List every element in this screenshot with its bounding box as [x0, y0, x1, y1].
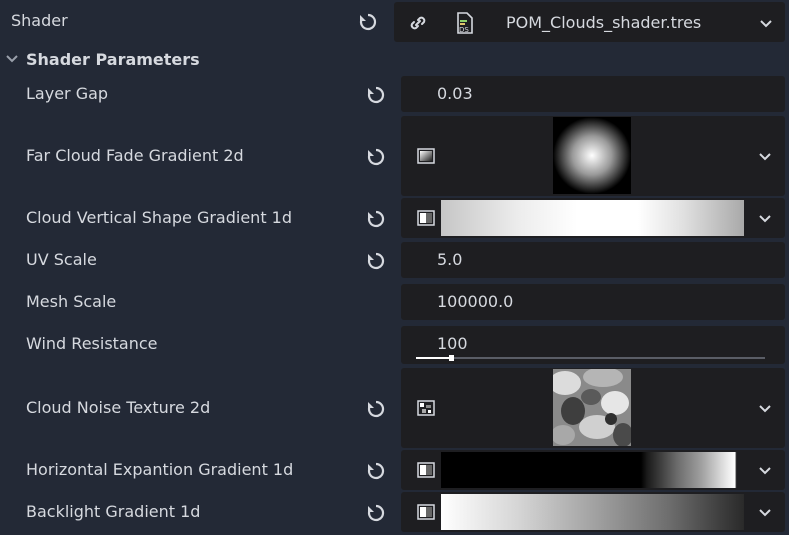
chevron-down-icon[interactable]	[759, 405, 771, 413]
param-far-cloud-fade: Far Cloud Fade Gradient 2d	[0, 116, 789, 196]
param-label: Far Cloud Fade Gradient 2d	[26, 146, 244, 165]
chevron-down-icon[interactable]	[6, 55, 18, 63]
gradient-1d-icon	[417, 462, 435, 478]
param-cloud-noise: Cloud Noise Texture 2d	[0, 368, 789, 448]
chevron-down-icon[interactable]	[759, 215, 771, 223]
revert-icon[interactable]	[366, 503, 386, 523]
horizontal-expansion-gradient-preview	[441, 452, 744, 488]
wind-resistance-slider[interactable]: 100	[401, 326, 785, 364]
param-label: UV Scale	[26, 250, 97, 269]
shader-resource-picker[interactable]: DS POM_Clouds_shader.tres	[394, 2, 785, 42]
section-title: Shader Parameters	[26, 50, 200, 69]
field-value: 5.0	[437, 250, 463, 269]
revert-icon[interactable]	[358, 12, 378, 32]
param-label: Cloud Vertical Shape Gradient 1d	[26, 208, 293, 227]
mesh-scale-field[interactable]: 100000.0	[401, 284, 785, 320]
slider-handle[interactable]	[448, 355, 454, 361]
gradient-texture-icon	[417, 148, 435, 164]
uv-scale-field[interactable]: 5.0	[401, 242, 785, 278]
revert-icon[interactable]	[366, 251, 386, 271]
vertical-shape-gradient-preview	[441, 200, 744, 236]
slider-track[interactable]	[416, 355, 765, 361]
gradient-1d-icon	[417, 210, 435, 226]
layer-gap-field[interactable]: 0.03	[401, 76, 785, 112]
revert-icon[interactable]	[366, 209, 386, 229]
section-header[interactable]: Shader Parameters	[0, 46, 789, 74]
field-value: 100000.0	[437, 292, 514, 311]
slider-fill	[416, 357, 451, 359]
shader-label: Shader	[11, 11, 68, 30]
param-label: Layer Gap	[26, 84, 109, 103]
shader-file-icon: DS	[456, 12, 474, 34]
cloud-vertical-texture-picker[interactable]	[401, 198, 785, 238]
noise-texture-preview	[553, 369, 631, 446]
link-icon[interactable]	[408, 13, 428, 33]
gradient-1d-icon	[417, 504, 435, 520]
param-label: Horizontal Expantion Gradient 1d	[26, 460, 294, 479]
chevron-down-icon[interactable]	[760, 20, 772, 28]
param-label: Wind Resistance	[26, 334, 158, 353]
revert-icon[interactable]	[366, 461, 386, 481]
field-value: 100	[437, 334, 468, 353]
param-uv-scale: UV Scale 5.0	[0, 242, 789, 280]
noise-texture-icon	[417, 400, 435, 416]
param-cloud-vertical-shape: Cloud Vertical Shape Gradient 1d	[0, 198, 789, 240]
far-cloud-texture-picker[interactable]	[401, 116, 785, 196]
backlight-texture-picker[interactable]	[401, 492, 785, 532]
revert-icon[interactable]	[366, 399, 386, 419]
param-label: Cloud Noise Texture 2d	[26, 398, 211, 417]
cloud-noise-texture-picker[interactable]	[401, 368, 785, 448]
param-horizontal-expansion: Horizontal Expantion Gradient 1d	[0, 450, 789, 490]
param-label: Backlight Gradient 1d	[26, 502, 201, 521]
chevron-down-icon[interactable]	[759, 509, 771, 517]
chevron-down-icon[interactable]	[759, 467, 771, 475]
param-backlight: Backlight Gradient 1d	[0, 492, 789, 532]
horizontal-expansion-texture-picker[interactable]	[401, 450, 785, 490]
field-value: 0.03	[437, 84, 473, 103]
radial-gradient-preview	[553, 117, 631, 194]
revert-icon[interactable]	[366, 85, 386, 105]
svg-text:DS: DS	[459, 26, 469, 34]
shader-resource-name: POM_Clouds_shader.tres	[506, 13, 702, 32]
backlight-gradient-preview	[441, 494, 744, 530]
shader-row: Shader DS POM_Clouds_shader.tres	[0, 0, 789, 44]
chevron-down-icon[interactable]	[759, 153, 771, 161]
param-label: Mesh Scale	[26, 292, 117, 311]
param-mesh-scale: Mesh Scale 100000.0	[0, 284, 789, 322]
param-layer-gap: Layer Gap 0.03	[0, 76, 789, 114]
revert-icon[interactable]	[366, 147, 386, 167]
param-wind-resistance: Wind Resistance 100	[0, 326, 789, 366]
